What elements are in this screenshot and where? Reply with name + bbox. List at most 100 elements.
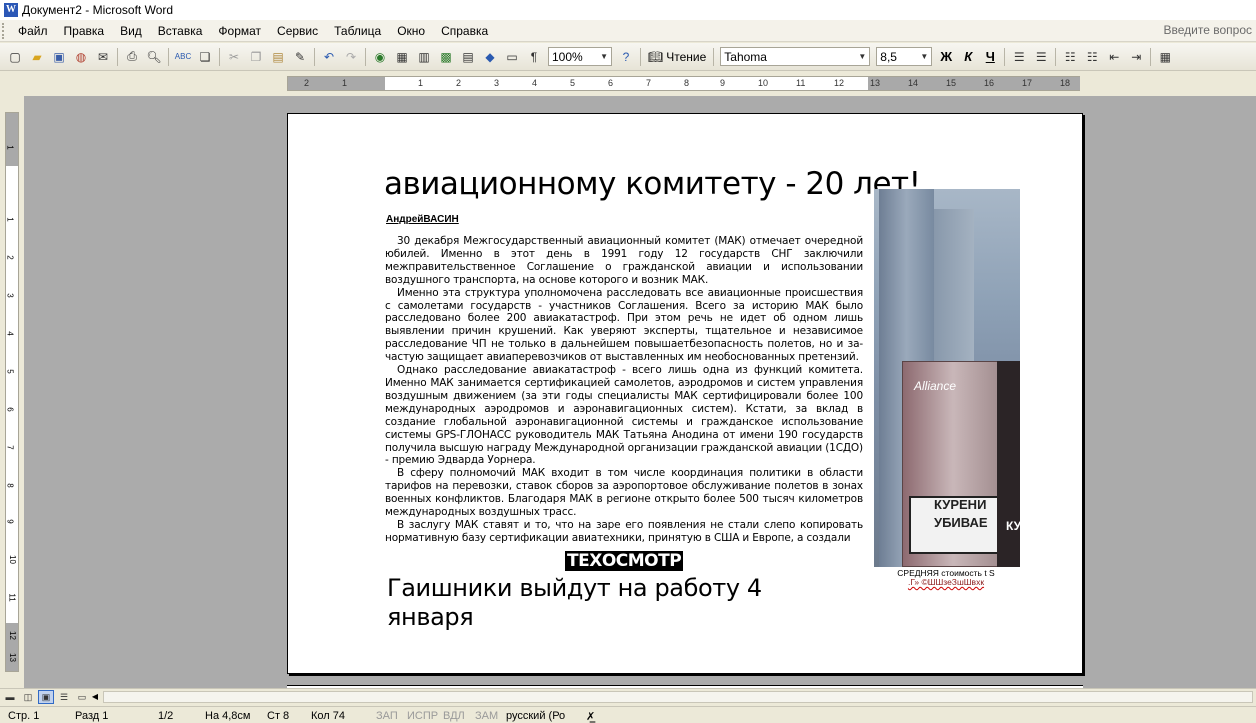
print-layout-icon[interactable]: ▣ — [38, 690, 54, 704]
undo-icon[interactable]: ↶ — [319, 47, 339, 67]
paragraph: 30 декабря Межгосударственный авиационны… — [385, 235, 863, 286]
ruler-margin-left — [288, 77, 385, 90]
horizontal-ruler[interactable]: 2 1 1 2 3 4 5 6 7 8 9 10 11 12 13 14 15 … — [287, 76, 1080, 91]
hyperlink-icon[interactable]: ◉ — [370, 47, 390, 67]
cut-icon[interactable]: ✂ — [224, 47, 244, 67]
zoom-select[interactable]: 100% ▼ — [548, 47, 612, 66]
font-size-value: 8,5 — [880, 49, 897, 64]
read-button[interactable]: 📖︎ Чтение — [644, 50, 710, 64]
article-body[interactable]: 30 декабря Межгосударственный авиационны… — [385, 235, 863, 545]
ruler-label: 9 — [5, 519, 15, 524]
status-language[interactable]: русский (Ро — [506, 710, 565, 722]
decrease-indent-icon[interactable]: ⇤ — [1104, 47, 1124, 67]
font-size-select[interactable]: 8,5 ▼ — [876, 47, 933, 66]
photo-brand-text: Alliance — [914, 379, 957, 393]
bold-button[interactable]: Ж — [936, 47, 956, 67]
chevron-down-icon: ▼ — [600, 52, 608, 61]
ruler-label: 10 — [758, 78, 769, 88]
status-ext[interactable]: ВДЛ — [443, 710, 465, 722]
status-section: Разд 1 — [75, 710, 109, 722]
rubric-badge: ТЕХОСМОТР — [565, 551, 684, 571]
book-icon: 📖︎ — [648, 49, 664, 64]
ruler-label: 11 — [7, 593, 17, 602]
scroll-left-icon[interactable]: ◀ — [88, 691, 102, 703]
copy-icon[interactable]: ❐ — [246, 47, 266, 67]
menu-edit[interactable]: Правка — [56, 24, 113, 38]
paste-icon[interactable]: ▤ — [268, 47, 288, 67]
document-map-icon[interactable]: ▭ — [502, 47, 522, 67]
status-rec[interactable]: ЗАП — [376, 710, 398, 722]
menu-grip[interactable] — [2, 22, 10, 39]
menu-view[interactable]: Вид — [112, 24, 150, 38]
normal-view-icon[interactable]: ▬ — [2, 690, 18, 704]
show-formatting-icon[interactable]: ¶ — [524, 47, 544, 67]
format-painter-icon[interactable]: ✎ — [290, 47, 310, 67]
align-left-icon[interactable]: ☰ — [1009, 47, 1029, 67]
help-icon[interactable]: ? — [616, 47, 636, 67]
permission-icon[interactable]: ◍ — [71, 47, 91, 67]
italic-button[interactable]: К — [958, 47, 978, 67]
menu-file[interactable]: Файл — [10, 24, 56, 38]
web-layout-icon[interactable]: ◫ — [20, 690, 36, 704]
underline-button[interactable]: Ч — [980, 47, 1000, 67]
paragraph: В заслугу МАК ставят и то, что на заре е… — [385, 518, 863, 544]
word-app-icon[interactable]: W — [4, 3, 18, 17]
research-icon[interactable]: ❏ — [195, 47, 215, 67]
menu-help[interactable]: Справка — [433, 24, 496, 38]
redo-icon[interactable]: ↷ — [341, 47, 361, 67]
ruler-label: 4 — [532, 78, 538, 88]
menu-format[interactable]: Формат — [210, 24, 269, 38]
status-line: Ст 8 — [267, 710, 290, 722]
insert-table-icon[interactable]: ▥ — [414, 47, 434, 67]
horizontal-scrollbar[interactable] — [103, 691, 1253, 703]
window-title: Документ2 - Microsoft Word — [22, 3, 174, 17]
menu-table[interactable]: Таблица — [326, 24, 389, 38]
font-name-select[interactable]: Tahoma ▼ — [720, 47, 871, 66]
ruler-label: 9 — [720, 78, 726, 88]
status-bar: Стр. 1 Разд 1 1/2 На 4,8см Ст 8 Кол 74 З… — [0, 706, 1256, 723]
toolbar-separator — [1004, 47, 1006, 66]
menu-tools[interactable]: Сервис — [269, 24, 326, 38]
align-justify-icon[interactable]: ☰ — [1031, 47, 1051, 67]
paragraph: Однако расследование авиакатастроф - все… — [385, 364, 863, 467]
bullets-icon[interactable]: ☷ — [1082, 47, 1102, 67]
spelling-icon[interactable]: ABC — [173, 47, 193, 67]
open-icon[interactable]: ▰ — [27, 47, 47, 67]
status-trk[interactable]: ИСПР — [407, 710, 438, 722]
toolbar-separator — [219, 47, 220, 66]
borders-icon[interactable]: ▦ — [1155, 47, 1175, 67]
numbering-icon[interactable]: ☷ — [1060, 47, 1080, 67]
article-subhead: Гаишники выйдут на работу 4 января — [387, 574, 762, 631]
ruler-label: 6 — [5, 407, 15, 412]
ruler-label: 18 — [1060, 78, 1071, 88]
ruler-label: 14 — [908, 78, 919, 88]
vertical-ruler[interactable]: 1 1 2 3 4 5 6 7 8 9 10 11 12 13 — [5, 112, 19, 672]
save-icon[interactable]: ▣ — [49, 47, 69, 67]
ruler-label: 12 — [834, 78, 845, 88]
toolbar-separator — [1150, 47, 1152, 66]
new-icon[interactable]: ▢ — [5, 47, 25, 67]
outline-view-icon[interactable]: ☰ — [56, 690, 72, 704]
status-col: Кол 74 — [311, 710, 345, 722]
document-page[interactable]: авиационному комитету - 20 лет! АндрейВА… — [287, 113, 1083, 674]
ruler-label: 7 — [646, 78, 652, 88]
ruler-label: 1 — [342, 78, 348, 88]
email-icon[interactable]: ✉ — [93, 47, 113, 67]
insert-excel-icon[interactable]: ▩ — [436, 47, 456, 67]
print-icon[interactable]: ⎙ — [122, 47, 142, 67]
status-ovr[interactable]: ЗАМ — [475, 710, 498, 722]
tables-borders-icon[interactable]: ▦ — [392, 47, 412, 67]
columns-icon[interactable]: ▤ — [458, 47, 478, 67]
spelling-status-icon[interactable]: ✗̲ — [586, 710, 595, 723]
print-preview-icon[interactable]: 🔍︎ — [144, 47, 164, 67]
increase-indent-icon[interactable]: ⇥ — [1126, 47, 1146, 67]
ruler-margin-right — [868, 77, 1080, 90]
menu-window[interactable]: Окно — [389, 24, 433, 38]
drawing-icon[interactable]: ◆ — [480, 47, 500, 67]
article-photo[interactable]: Alliance КУРЕНИ УБИВАЕ КУ — [874, 189, 1020, 567]
article-headline: авиационному комитету - 20 лет! — [384, 166, 921, 202]
ruler-label: 1 — [5, 145, 15, 150]
ruler-label: 13 — [7, 653, 17, 662]
help-question-box[interactable]: Введите вопрос — [1164, 23, 1253, 37]
menu-insert[interactable]: Вставка — [150, 24, 211, 38]
